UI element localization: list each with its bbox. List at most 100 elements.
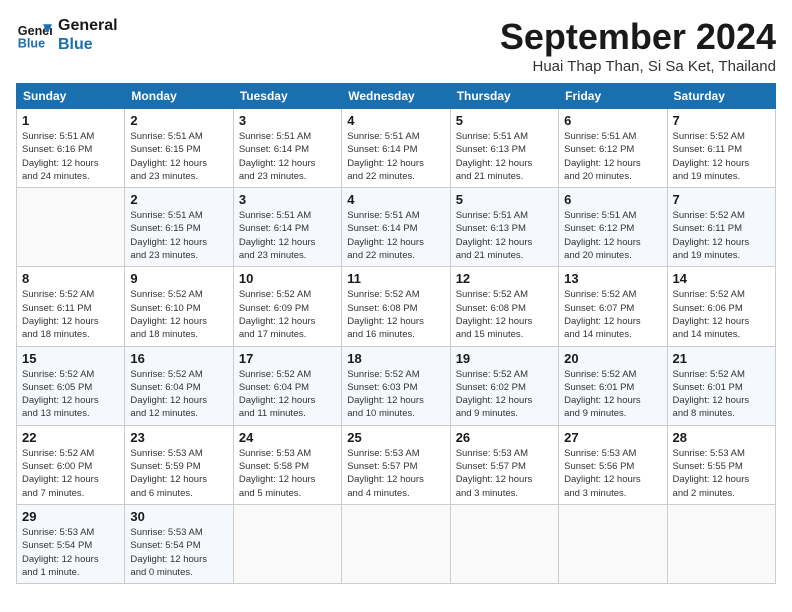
day-number: 29 bbox=[22, 509, 119, 524]
day-number: 3 bbox=[239, 192, 336, 207]
day-info: Sunrise: 5:52 AM Sunset: 6:01 PM Dayligh… bbox=[564, 368, 661, 421]
col-saturday: Saturday bbox=[667, 84, 775, 109]
calendar-week-row: 22 Sunrise: 5:52 AM Sunset: 6:00 PM Dayli… bbox=[17, 425, 776, 504]
day-info: Sunrise: 5:51 AM Sunset: 6:12 PM Dayligh… bbox=[564, 130, 661, 183]
title-area: September 2024 Huai Thap Than, Si Sa Ket… bbox=[500, 16, 776, 75]
day-number: 14 bbox=[673, 271, 770, 286]
day-number: 6 bbox=[564, 192, 661, 207]
table-row: 21 Sunrise: 5:52 AM Sunset: 6:01 PM Dayli… bbox=[667, 346, 775, 425]
table-row: 25 Sunrise: 5:53 AM Sunset: 5:57 PM Dayli… bbox=[342, 425, 450, 504]
calendar-week-row: 29 Sunrise: 5:53 AM Sunset: 5:54 PM Dayli… bbox=[17, 504, 776, 583]
day-info: Sunrise: 5:52 AM Sunset: 6:11 PM Dayligh… bbox=[22, 288, 119, 341]
table-row: 2Sunrise: 5:51 AM Sunset: 6:15 PM Daylig… bbox=[125, 188, 233, 267]
page-header: General Blue General Blue September 2024… bbox=[16, 16, 776, 75]
day-number: 5 bbox=[456, 192, 553, 207]
table-row: 7 Sunrise: 5:52 AM Sunset: 6:11 PM Daylig… bbox=[667, 109, 775, 188]
table-row: 11Sunrise: 5:52 AM Sunset: 6:08 PM Dayli… bbox=[342, 267, 450, 346]
day-number: 7 bbox=[673, 192, 770, 207]
calendar-table: Sunday Monday Tuesday Wednesday Thursday… bbox=[16, 83, 776, 584]
table-row: 26Sunrise: 5:53 AM Sunset: 5:57 PM Dayli… bbox=[450, 425, 558, 504]
logo-line1: General bbox=[58, 16, 118, 35]
svg-text:Blue: Blue bbox=[18, 37, 45, 51]
day-info: Sunrise: 5:53 AM Sunset: 5:56 PM Dayligh… bbox=[564, 447, 661, 500]
table-row bbox=[450, 504, 558, 583]
table-row: 30Sunrise: 5:53 AM Sunset: 5:54 PM Dayli… bbox=[125, 504, 233, 583]
day-number: 22 bbox=[22, 430, 119, 445]
day-info: Sunrise: 5:52 AM Sunset: 6:00 PM Dayligh… bbox=[22, 447, 119, 500]
day-number: 23 bbox=[130, 430, 227, 445]
table-row: 29 Sunrise: 5:53 AM Sunset: 5:54 PM Dayli… bbox=[17, 504, 125, 583]
day-number: 6 bbox=[564, 113, 661, 128]
table-row: 3Sunrise: 5:51 AM Sunset: 6:14 PM Daylig… bbox=[233, 109, 341, 188]
table-row bbox=[667, 504, 775, 583]
table-row: 8 Sunrise: 5:52 AM Sunset: 6:11 PM Daylig… bbox=[17, 267, 125, 346]
day-number: 17 bbox=[239, 351, 336, 366]
col-tuesday: Tuesday bbox=[233, 84, 341, 109]
day-info: Sunrise: 5:51 AM Sunset: 6:13 PM Dayligh… bbox=[456, 130, 553, 183]
day-number: 3 bbox=[239, 113, 336, 128]
table-row bbox=[342, 504, 450, 583]
day-info: Sunrise: 5:52 AM Sunset: 6:02 PM Dayligh… bbox=[456, 368, 553, 421]
day-number: 8 bbox=[22, 271, 119, 286]
table-row: 22 Sunrise: 5:52 AM Sunset: 6:00 PM Dayli… bbox=[17, 425, 125, 504]
day-info: Sunrise: 5:52 AM Sunset: 6:11 PM Dayligh… bbox=[673, 130, 770, 183]
day-info: Sunrise: 5:51 AM Sunset: 6:12 PM Dayligh… bbox=[564, 209, 661, 262]
day-info: Sunrise: 5:53 AM Sunset: 5:54 PM Dayligh… bbox=[22, 526, 119, 579]
day-info: Sunrise: 5:52 AM Sunset: 6:08 PM Dayligh… bbox=[347, 288, 444, 341]
day-info: Sunrise: 5:52 AM Sunset: 6:05 PM Dayligh… bbox=[22, 368, 119, 421]
day-number: 27 bbox=[564, 430, 661, 445]
day-number: 4 bbox=[347, 113, 444, 128]
day-number: 18 bbox=[347, 351, 444, 366]
day-number: 28 bbox=[673, 430, 770, 445]
table-row: 14Sunrise: 5:52 AM Sunset: 6:06 PM Dayli… bbox=[667, 267, 775, 346]
day-number: 25 bbox=[347, 430, 444, 445]
col-friday: Friday bbox=[559, 84, 667, 109]
calendar-week-row: 1Sunrise: 5:51 AM Sunset: 6:16 PM Daylig… bbox=[17, 109, 776, 188]
day-info: Sunrise: 5:51 AM Sunset: 6:15 PM Dayligh… bbox=[130, 130, 227, 183]
table-row bbox=[17, 188, 125, 267]
day-number: 24 bbox=[239, 430, 336, 445]
day-info: Sunrise: 5:51 AM Sunset: 6:16 PM Dayligh… bbox=[22, 130, 119, 183]
table-row: 28Sunrise: 5:53 AM Sunset: 5:55 PM Dayli… bbox=[667, 425, 775, 504]
col-sunday: Sunday bbox=[17, 84, 125, 109]
day-info: Sunrise: 5:51 AM Sunset: 6:14 PM Dayligh… bbox=[347, 209, 444, 262]
table-row: 4Sunrise: 5:51 AM Sunset: 6:14 PM Daylig… bbox=[342, 188, 450, 267]
col-thursday: Thursday bbox=[450, 84, 558, 109]
day-info: Sunrise: 5:52 AM Sunset: 6:04 PM Dayligh… bbox=[239, 368, 336, 421]
table-row: 5Sunrise: 5:51 AM Sunset: 6:13 PM Daylig… bbox=[450, 188, 558, 267]
table-row: 12Sunrise: 5:52 AM Sunset: 6:08 PM Dayli… bbox=[450, 267, 558, 346]
table-row: 6 Sunrise: 5:51 AM Sunset: 6:12 PM Daylig… bbox=[559, 188, 667, 267]
table-row: 23Sunrise: 5:53 AM Sunset: 5:59 PM Dayli… bbox=[125, 425, 233, 504]
calendar-week-row: 8 Sunrise: 5:52 AM Sunset: 6:11 PM Daylig… bbox=[17, 267, 776, 346]
table-row: 20Sunrise: 5:52 AM Sunset: 6:01 PM Dayli… bbox=[559, 346, 667, 425]
col-monday: Monday bbox=[125, 84, 233, 109]
day-info: Sunrise: 5:52 AM Sunset: 6:04 PM Dayligh… bbox=[130, 368, 227, 421]
table-row: 10Sunrise: 5:52 AM Sunset: 6:09 PM Dayli… bbox=[233, 267, 341, 346]
day-info: Sunrise: 5:52 AM Sunset: 6:08 PM Dayligh… bbox=[456, 288, 553, 341]
calendar-header-row: Sunday Monday Tuesday Wednesday Thursday… bbox=[17, 84, 776, 109]
day-info: Sunrise: 5:53 AM Sunset: 5:58 PM Dayligh… bbox=[239, 447, 336, 500]
day-number: 7 bbox=[673, 113, 770, 128]
logo-icon: General Blue bbox=[16, 17, 52, 53]
day-number: 13 bbox=[564, 271, 661, 286]
day-info: Sunrise: 5:52 AM Sunset: 6:03 PM Dayligh… bbox=[347, 368, 444, 421]
table-row: 2Sunrise: 5:51 AM Sunset: 6:15 PM Daylig… bbox=[125, 109, 233, 188]
calendar-week-row: 15Sunrise: 5:52 AM Sunset: 6:05 PM Dayli… bbox=[17, 346, 776, 425]
day-number: 9 bbox=[130, 271, 227, 286]
logo: General Blue General Blue bbox=[16, 16, 118, 54]
table-row: 4Sunrise: 5:51 AM Sunset: 6:14 PM Daylig… bbox=[342, 109, 450, 188]
table-row: 15Sunrise: 5:52 AM Sunset: 6:05 PM Dayli… bbox=[17, 346, 125, 425]
table-row: 27 Sunrise: 5:53 AM Sunset: 5:56 PM Dayli… bbox=[559, 425, 667, 504]
table-row: 1Sunrise: 5:51 AM Sunset: 6:16 PM Daylig… bbox=[17, 109, 125, 188]
table-row: 17 Sunrise: 5:52 AM Sunset: 6:04 PM Dayli… bbox=[233, 346, 341, 425]
day-info: Sunrise: 5:52 AM Sunset: 6:07 PM Dayligh… bbox=[564, 288, 661, 341]
table-row: 13 Sunrise: 5:52 AM Sunset: 6:07 PM Dayli… bbox=[559, 267, 667, 346]
table-row: 5Sunrise: 5:51 AM Sunset: 6:13 PM Daylig… bbox=[450, 109, 558, 188]
calendar-week-row: 2Sunrise: 5:51 AM Sunset: 6:15 PM Daylig… bbox=[17, 188, 776, 267]
table-row bbox=[559, 504, 667, 583]
day-info: Sunrise: 5:53 AM Sunset: 5:57 PM Dayligh… bbox=[347, 447, 444, 500]
day-info: Sunrise: 5:52 AM Sunset: 6:01 PM Dayligh… bbox=[673, 368, 770, 421]
table-row: 6 Sunrise: 5:51 AM Sunset: 6:12 PM Daylig… bbox=[559, 109, 667, 188]
day-number: 21 bbox=[673, 351, 770, 366]
table-row: 3Sunrise: 5:51 AM Sunset: 6:14 PM Daylig… bbox=[233, 188, 341, 267]
